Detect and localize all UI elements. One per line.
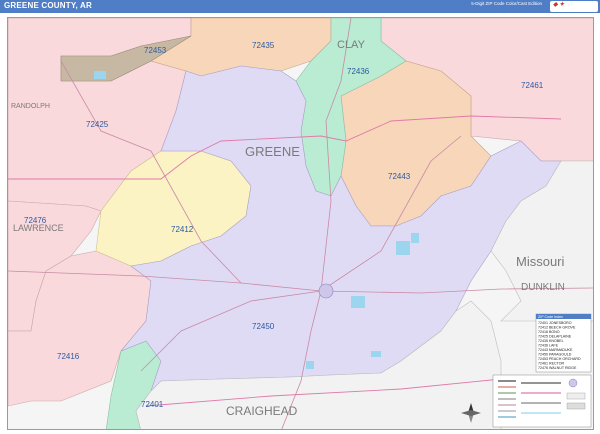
zip-label: 72401 [141, 400, 164, 409]
map-frame[interactable]: GREENE CLAY RANDOLPH LAWRENCE CRAIGHEAD … [7, 17, 594, 430]
county-label-craighead: CRAIGHEAD [226, 404, 298, 418]
map-key-box [492, 374, 592, 428]
zip-label: 72412 [171, 225, 194, 234]
map-canvas[interactable]: GREENE CLAY RANDOLPH LAWRENCE CRAIGHEAD … [8, 18, 594, 430]
zip-label: 72416 [57, 352, 80, 361]
zip-label: 72453 [144, 46, 167, 55]
legend-row: 72425 DELAPLAINE [538, 335, 572, 339]
logo-mark: ◆ ✦ [553, 2, 565, 8]
legend-row: 72450 PARAGOULD [538, 353, 572, 357]
zip-label: 72450 [252, 322, 275, 331]
zip-label: 72443 [388, 172, 411, 181]
county-label-dunklin: DUNKLIN [521, 282, 565, 293]
legend-row: 72453 PEACH ORCHARD [538, 357, 581, 361]
county-label-randolph: RANDOLPH [11, 103, 50, 110]
legend-row: 72412 BEECH GROVE [538, 326, 576, 330]
paragould-city-marker [318, 283, 334, 299]
publisher-logo: ◆ ✦ [550, 1, 598, 12]
legend-row: 72476 WALNUT RIDGE [538, 366, 577, 370]
county-label-clay: CLAY [337, 39, 366, 51]
legend-row: ZIP Code Index [538, 315, 563, 319]
zip-label: 72435 [252, 41, 275, 50]
zip-label: 72436 [347, 67, 370, 76]
county-label-greene: GREENE [245, 144, 300, 159]
map-subtitle: 5-Digit ZIP Code Color/Cast Edition [471, 1, 542, 6]
zip-label: 72476 [24, 216, 47, 225]
map-title: GREENE COUNTY, AR [4, 1, 93, 10]
legend-row: 72416 BONO [538, 330, 560, 334]
zip-label: 72425 [86, 120, 109, 129]
map-header: GREENE COUNTY, AR 5-Digit ZIP Code Color… [0, 0, 600, 13]
legend-row: 72436 LAFE [538, 344, 559, 348]
legend-row: 72435 KNOBEL [538, 339, 564, 343]
zip-index-legend: ZIP Code Index 72401 JONESBORO 72412 BEE… [535, 313, 592, 373]
legend-row: 72461 RECTOR [538, 362, 565, 366]
zip-label: 72461 [521, 81, 544, 90]
legend-row: 72401 JONESBORO [538, 321, 572, 325]
state-label-missouri: Missouri [516, 254, 565, 269]
legend-row: 72443 MARMADUKE [538, 348, 573, 352]
